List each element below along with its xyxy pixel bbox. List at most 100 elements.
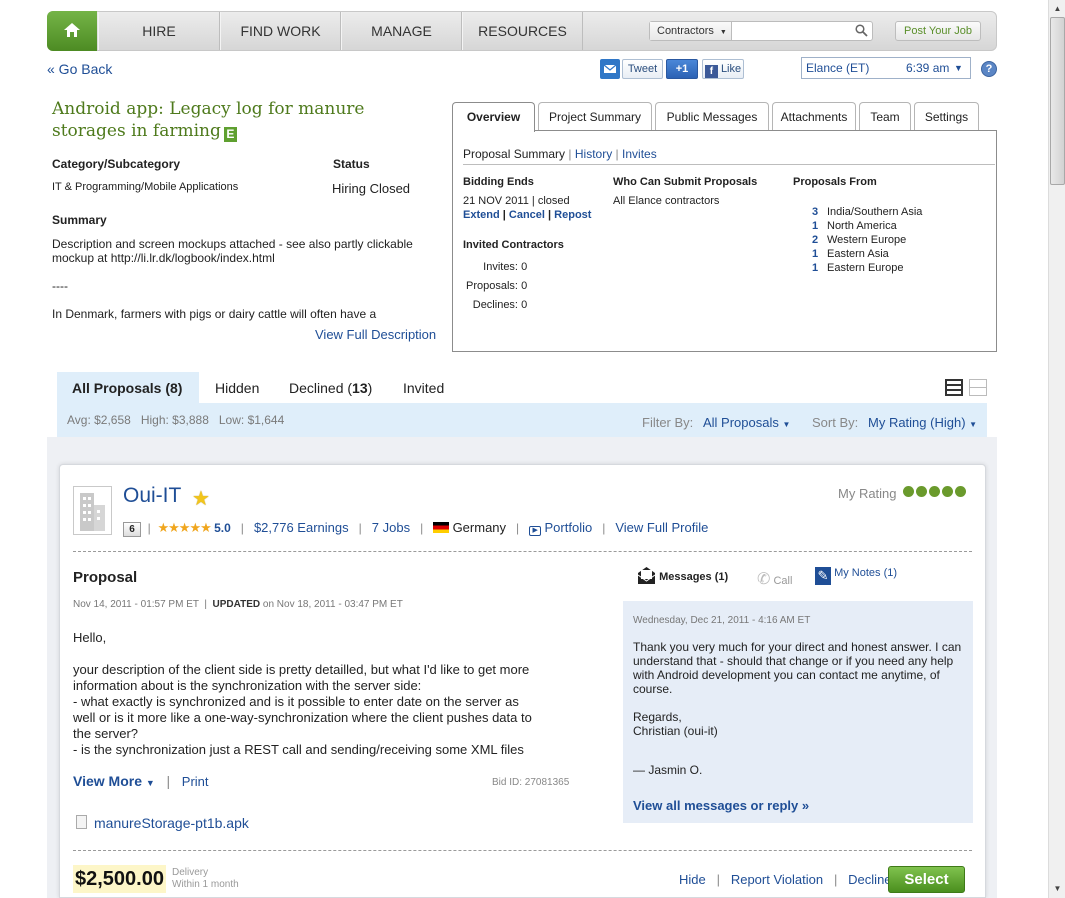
separator: | — [595, 521, 613, 535]
separator: | — [615, 147, 619, 161]
contractor-name-link[interactable]: Oui-IT — [123, 484, 181, 508]
file-icon — [76, 815, 87, 829]
panel-sub-nav: Proposal Summary | History | Invites — [463, 147, 657, 161]
plus-one-button[interactable]: +1 — [666, 59, 698, 79]
avatar[interactable] — [73, 486, 112, 535]
tab-team[interactable]: Team — [859, 102, 911, 130]
updated-date: on Nov 18, 2011 - 03:47 PM ET — [262, 599, 403, 610]
tab-public-messages[interactable]: Public Messages — [655, 102, 769, 130]
nav-resources[interactable]: RESOURCES — [462, 12, 583, 50]
portfolio-link[interactable]: Portfolio — [545, 520, 593, 535]
nav-find-work[interactable]: FIND WORK — [220, 12, 341, 50]
hide-link[interactable]: Hide — [679, 872, 706, 887]
tab-invited[interactable]: Invited — [403, 380, 444, 396]
separator: | — [413, 521, 430, 535]
tab-declined[interactable]: Declined (13) — [289, 380, 372, 396]
who-can-submit-value: All Elance contractors — [613, 195, 720, 207]
print-link[interactable]: Print — [182, 774, 209, 789]
search-input[interactable] — [734, 22, 852, 40]
email-icon — [603, 64, 617, 73]
proposal-summary-link[interactable]: Proposal Summary — [463, 147, 565, 161]
repost-link[interactable]: Repost — [554, 209, 591, 221]
separator: | — [351, 521, 369, 535]
invites-link[interactable]: Invites — [622, 147, 657, 161]
select-button[interactable]: Select — [888, 866, 965, 893]
separator: | — [509, 521, 526, 535]
scrollbar[interactable]: ▲ ▼ — [1048, 0, 1065, 898]
collapsed-view-icon[interactable] — [969, 379, 987, 396]
my-rating-dots[interactable] — [901, 485, 966, 499]
nav-manage[interactable]: MANAGE — [341, 12, 462, 50]
delivery-label: Delivery — [172, 867, 209, 878]
my-rating-label: My Rating — [838, 486, 897, 501]
plus-one-label: +1 — [675, 63, 689, 75]
summary-separator: ---- — [52, 279, 68, 293]
tweet-button[interactable]: Tweet — [622, 59, 663, 79]
tab-attachments[interactable]: Attachments — [772, 102, 856, 130]
sort-by-label: Sort By: — [812, 415, 859, 430]
view-full-description-link[interactable]: View Full Description — [315, 327, 436, 342]
proposal-dates: Nov 14, 2011 - 01:57 PM ET | UPDATED on … — [73, 599, 403, 610]
scroll-thumb[interactable] — [1050, 17, 1065, 185]
proposals-from-label: Proposals From — [793, 176, 877, 188]
post-job-button[interactable]: Post Your Job — [895, 21, 981, 41]
divider — [73, 551, 972, 552]
decline-link[interactable]: Decline — [848, 872, 891, 887]
filter-by-select[interactable]: All Proposals ▼ — [703, 415, 790, 430]
view-more-link[interactable]: View More ▼ — [73, 773, 155, 789]
top-navigation: HIRE FIND WORK MANAGE RESOURCES Contract… — [47, 11, 997, 51]
go-back-link[interactable]: « Go Back — [47, 61, 112, 77]
notes-icon: ✎ — [815, 567, 831, 585]
notes-tab[interactable]: ✎ My Notes (1) — [815, 567, 897, 585]
project-title: Android app: Legacy log for manure stora… — [52, 98, 442, 142]
tab-all-proposals[interactable]: All Proposals (8) — [57, 372, 199, 405]
attachment-link[interactable]: manureStorage-pt1b.apk — [94, 815, 249, 831]
rating-dot-icon[interactable] — [916, 486, 927, 497]
sort-by-select[interactable]: My Rating (High) ▼ — [868, 415, 977, 430]
rating-dot-icon[interactable] — [929, 486, 940, 497]
elance-badge-icon: E — [223, 127, 237, 142]
nav-hire[interactable]: HIRE — [98, 12, 220, 50]
extend-link[interactable]: Extend — [463, 209, 500, 221]
tab-project-summary[interactable]: Project Summary — [538, 102, 652, 130]
tab-overview[interactable]: Overview — [452, 102, 535, 132]
facebook-like-button[interactable]: f Like — [702, 59, 744, 79]
history-link[interactable]: History — [575, 147, 612, 161]
rating-dot-icon[interactable] — [942, 486, 953, 497]
chevron-down-icon: ▼ — [782, 420, 791, 429]
rating-value[interactable]: 5.0 — [214, 521, 231, 535]
scroll-down-arrow-icon[interactable]: ▼ — [1050, 881, 1065, 896]
search-scope-select[interactable]: Contractors ▼ — [650, 22, 732, 40]
view-all-messages-link[interactable]: View all messages or reply » — [633, 798, 809, 813]
call-tab[interactable]: ✆ Call — [757, 569, 792, 589]
divider — [463, 164, 995, 165]
tab-hidden[interactable]: Hidden — [215, 380, 259, 396]
separator: | — [158, 773, 178, 789]
message-text: Thank you very much for your direct and … — [633, 640, 962, 696]
help-icon[interactable]: ? — [981, 61, 997, 77]
cancel-link[interactable]: Cancel — [509, 209, 545, 221]
search-icon[interactable] — [855, 24, 868, 37]
messages-tab[interactable]: Messages (1) — [637, 567, 728, 585]
home-button[interactable] — [47, 11, 97, 51]
tab-settings[interactable]: Settings — [914, 102, 979, 130]
favorite-star-icon[interactable]: ★ — [192, 486, 210, 511]
rating-dot-icon[interactable] — [955, 486, 966, 497]
proposal-stats: Avg: $2,658 High: $3,888 Low: $1,644 — [67, 413, 285, 427]
expanded-view-icon[interactable] — [945, 379, 963, 396]
timezone-select[interactable]: Elance (ET) 6:39 am ▼ — [801, 57, 971, 79]
message-date: Wednesday, Dec 21, 2011 - 4:16 AM ET — [633, 615, 811, 626]
phone-icon: ✆ — [757, 571, 771, 588]
report-violation-link[interactable]: Report Violation — [731, 872, 823, 887]
jobs-link[interactable]: 7 Jobs — [372, 520, 410, 535]
earnings-link[interactable]: $2,776 Earnings — [254, 520, 349, 535]
scroll-up-arrow-icon[interactable]: ▲ — [1050, 1, 1065, 16]
email-share-button[interactable] — [600, 59, 620, 79]
rating-dot-icon[interactable] — [903, 486, 914, 497]
bid-actions: Hide | Report Violation | Decline — [679, 872, 892, 887]
view-full-profile-link[interactable]: View Full Profile — [615, 520, 708, 535]
tab-declined-count: 13 — [352, 380, 368, 396]
separator: | — [201, 599, 210, 610]
overview-panel: Proposal Summary | History | Invites Bid… — [452, 130, 997, 352]
list-item: Declines: 0 — [472, 299, 528, 311]
